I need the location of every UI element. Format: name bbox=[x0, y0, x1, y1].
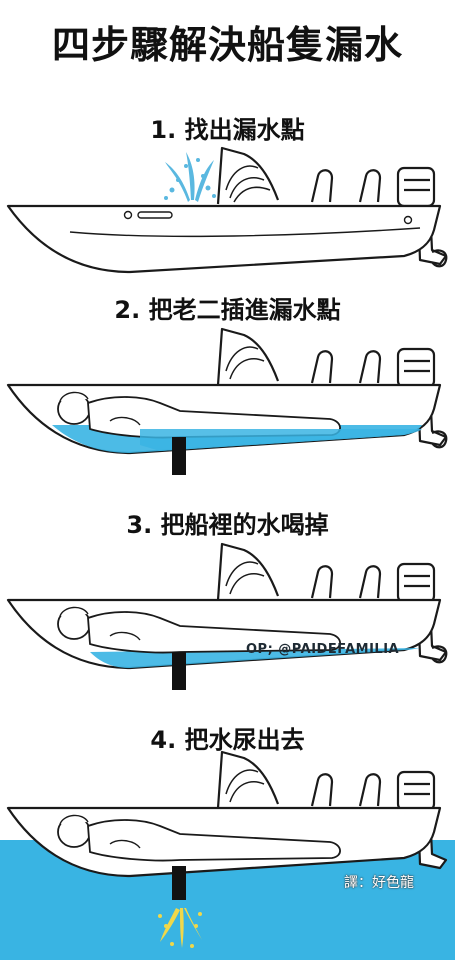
leak-spray-icon bbox=[164, 152, 216, 202]
step-3-label: 3. 把船裡的水喝掉 bbox=[126, 511, 329, 539]
step-2-illustration bbox=[6, 327, 448, 475]
step-4-illustration bbox=[0, 750, 455, 960]
plug-block bbox=[172, 437, 186, 475]
translator-credit: 譯：好色龍 bbox=[344, 875, 414, 891]
boat-icon bbox=[6, 146, 448, 274]
step-2-label: 2. 把老二插進漏水點 bbox=[114, 296, 341, 324]
step-3-illustration bbox=[6, 542, 448, 690]
page-title: 四步驟解決船隻漏水 bbox=[51, 23, 403, 67]
source-credit: OP; @PAIDEFAMILIA bbox=[246, 642, 400, 657]
plug-block bbox=[172, 866, 186, 900]
plug-block bbox=[172, 652, 186, 690]
step-1-illustration bbox=[6, 146, 448, 274]
